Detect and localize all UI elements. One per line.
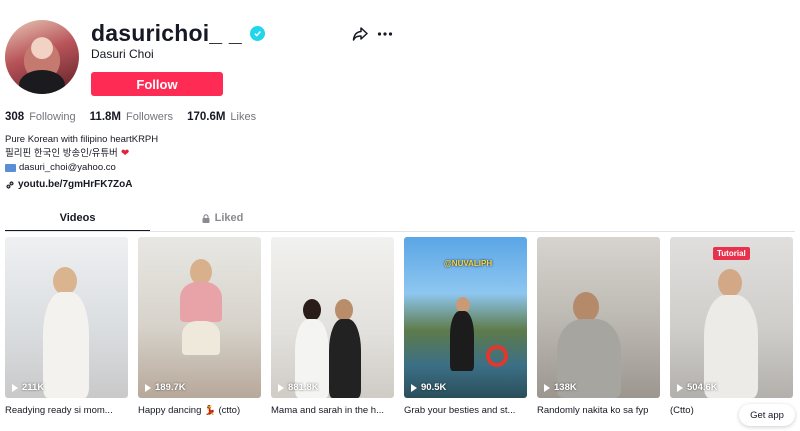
play-icon <box>278 383 284 392</box>
video-card[interactable]: 211K Readying ready si mom... <box>5 237 128 416</box>
view-count: 138K <box>544 382 577 393</box>
stat-following[interactable]: 308 Following <box>5 111 76 123</box>
play-icon <box>677 383 683 392</box>
video-card[interactable]: 138K Randomly nakita ko sa fyp <box>537 237 660 416</box>
bio-email: dasuri_choi@yahoo.co <box>19 162 116 173</box>
play-icon <box>12 383 18 392</box>
follow-button[interactable]: Follow <box>91 72 223 96</box>
bio-line-1: Pure Korean with filipino heartKRPH <box>5 134 159 145</box>
video-thumbnail[interactable]: 881.8K <box>271 237 394 398</box>
video-overlay-text: @NUVALIPH <box>444 259 493 268</box>
view-count: 881.8K <box>278 382 319 393</box>
tab-liked-label: Liked <box>214 212 244 224</box>
video-card[interactable]: 881.8K Mama and sarah in the h... <box>271 237 394 416</box>
tab-liked[interactable]: Liked <box>150 208 295 232</box>
person-figure <box>43 292 89 398</box>
avatar-figure <box>19 70 65 94</box>
video-caption: Mama and sarah in the h... <box>271 405 385 416</box>
view-count-text: 90.5K <box>421 382 447 393</box>
bio-link-text: youtu.be/7gmHrFK7ZoA <box>18 179 133 190</box>
bio-line-2: 필리핀 한국인 방송인/유튜버 ❤ <box>5 147 158 161</box>
video-thumbnail[interactable]: 211K <box>5 237 128 398</box>
person-figure <box>180 282 222 322</box>
stat-followers[interactable]: 11.8M Followers <box>90 111 173 123</box>
person-head <box>573 292 599 322</box>
tab-videos[interactable]: Videos <box>5 208 150 232</box>
person-shorts <box>182 321 220 355</box>
view-count-text: 138K <box>554 382 577 393</box>
likes-count: 170.6M <box>187 111 226 123</box>
person-figure <box>450 311 474 371</box>
video-thumbnail[interactable]: @NUVALIPH 90.5K <box>404 237 527 398</box>
link-icon <box>6 180 14 189</box>
play-icon <box>411 383 417 392</box>
person-head <box>53 267 77 295</box>
profile-stats: 308 Following 11.8M Followers 170.6M Lik… <box>5 111 256 123</box>
person-head <box>718 269 742 297</box>
video-thumbnail[interactable]: Tutorial 504.6K <box>670 237 793 398</box>
person-figure <box>329 319 361 398</box>
followers-label: Followers <box>125 111 174 123</box>
get-app-button[interactable]: Get app <box>739 404 795 426</box>
view-count: 90.5K <box>411 382 446 393</box>
video-card[interactable]: Tutorial 504.6K (Ctto) <box>670 237 793 416</box>
nickname: Dasuri Choi <box>91 47 154 61</box>
username-row: dasurichoi_ _ <box>91 20 265 47</box>
video-caption: Randomly nakita ko sa fyp <box>537 405 649 416</box>
video-card[interactable]: @NUVALIPH 90.5K Grab your besties and st… <box>404 237 527 416</box>
username: dasurichoi_ _ <box>91 20 242 46</box>
view-count: 211K <box>12 382 44 393</box>
person-head <box>335 299 353 321</box>
profile-tabs: Videos Liked <box>5 208 295 232</box>
stat-likes: 170.6M Likes <box>187 111 256 123</box>
view-count-text: 189.7K <box>155 382 186 393</box>
play-icon <box>145 383 151 392</box>
bio-line-3: dasuri_choi@yahoo.co <box>5 161 158 175</box>
likes-label: Likes <box>230 111 257 123</box>
avatar[interactable] <box>5 20 79 94</box>
share-icon[interactable] <box>352 26 368 42</box>
following-count: 308 <box>5 111 25 123</box>
view-count-text: 504.6K <box>687 382 718 393</box>
video-thumbnail[interactable]: 138K <box>537 237 660 398</box>
mail-icon <box>5 164 16 172</box>
tabs-divider <box>5 231 795 232</box>
heart-icon: ❤ <box>120 148 130 159</box>
video-caption: Happy dancing 💃 (ctto) <box>138 405 241 416</box>
life-ring <box>486 345 508 367</box>
bio-link[interactable]: youtu.be/7gmHrFK7ZoA <box>5 179 132 190</box>
verified-icon <box>249 26 265 41</box>
person-head <box>303 299 321 321</box>
bio-line-2-text: 필리핀 한국인 방송인/유튜버 <box>5 148 118 159</box>
play-icon <box>544 383 550 392</box>
video-grid: 211K Readying ready si mom... 189.7K Hap… <box>5 237 795 416</box>
view-count-text: 211K <box>22 382 45 393</box>
video-overlay-text: Tutorial <box>713 247 750 260</box>
followers-count: 11.8M <box>89 111 121 123</box>
lock-icon <box>202 214 210 223</box>
bio: Pure Korean with filipino heartKRPH 필리핀 … <box>5 133 158 175</box>
video-card[interactable]: 189.7K Happy dancing 💃 (ctto) <box>138 237 261 416</box>
more-icon[interactable] <box>377 26 393 42</box>
video-caption: Grab your besties and st... <box>404 405 516 416</box>
view-count: 504.6K <box>677 382 718 393</box>
video-thumbnail[interactable]: 189.7K <box>138 237 261 398</box>
view-count-text: 881.8K <box>288 382 319 393</box>
view-count: 189.7K <box>145 382 186 393</box>
following-label: Following <box>29 111 76 123</box>
video-caption: Readying ready si mom... <box>5 405 113 416</box>
